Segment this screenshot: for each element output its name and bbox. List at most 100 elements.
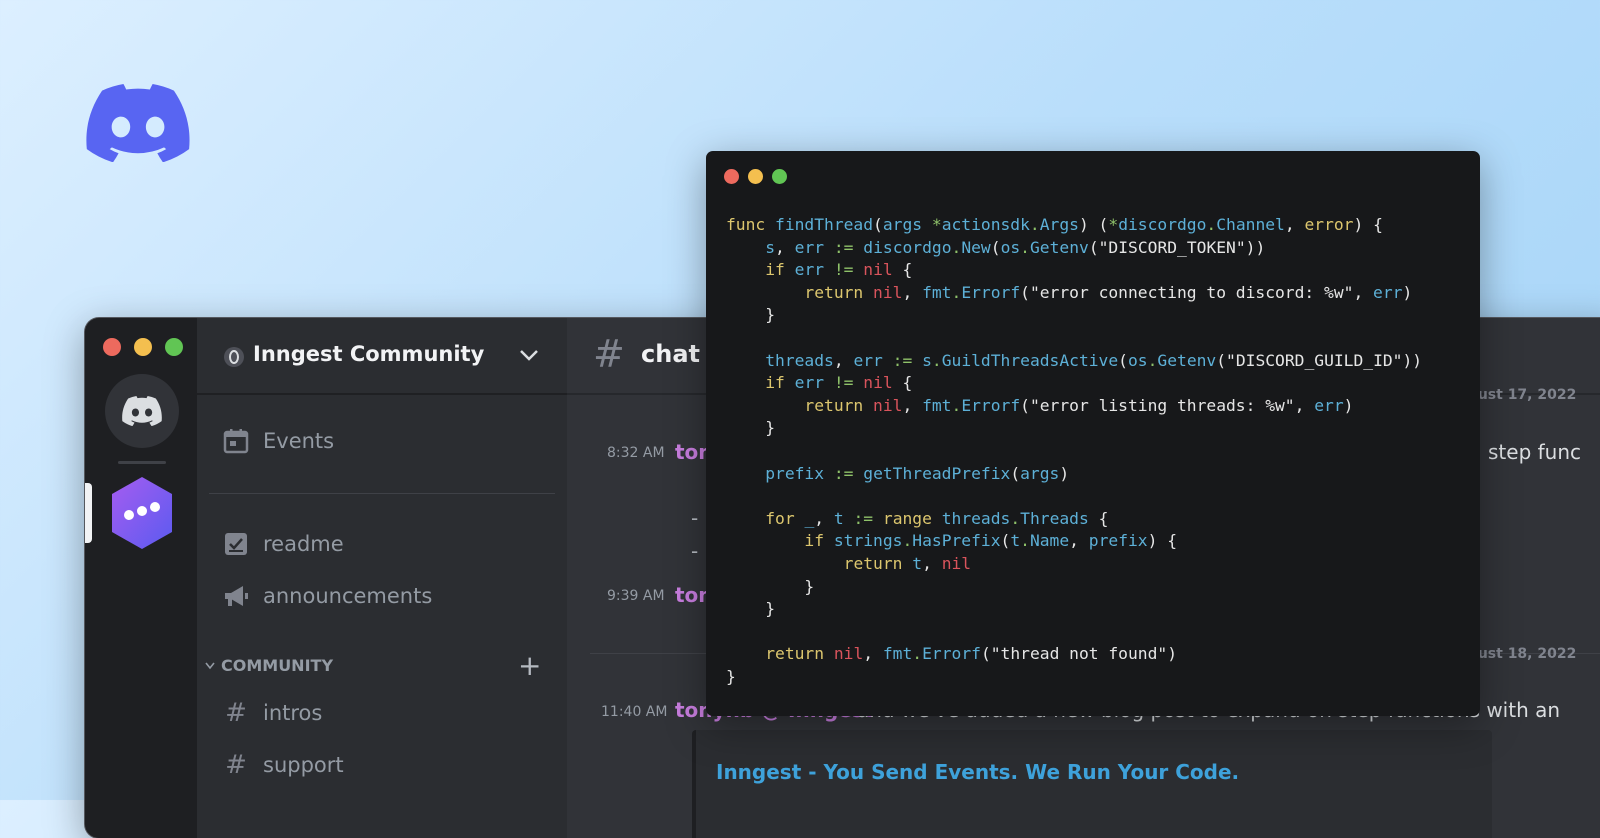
inngest-server-icon[interactable]	[109, 475, 175, 551]
channel-intros[interactable]: # intros	[223, 698, 322, 728]
link-embed: Inngest - You Send Events. We Run Your C…	[692, 730, 1492, 838]
bullet: -	[691, 506, 699, 530]
code-token: Errorf	[961, 282, 1021, 302]
code-token: threads	[941, 508, 1011, 528]
minimize-window-button[interactable]	[134, 338, 152, 356]
code-token: return	[804, 395, 874, 415]
code-token: Errorf	[961, 395, 1021, 415]
zoom-window-button[interactable]	[772, 169, 787, 184]
code-token: discordgo	[1118, 215, 1207, 234]
channel-support[interactable]: # support	[223, 750, 344, 780]
code-token: .	[931, 350, 942, 370]
forum-icon: #	[225, 750, 247, 780]
embed-title-link[interactable]: Inngest - You Send Events. We Run Your C…	[716, 760, 1239, 784]
sidebar-divider	[209, 493, 555, 494]
code-token: *	[1108, 215, 1119, 234]
hash-icon: #	[225, 698, 247, 728]
discord-home-button[interactable]	[105, 374, 179, 448]
message-time: 8:32 AM	[607, 445, 665, 461]
minimize-window-button[interactable]	[748, 169, 763, 184]
code-line: s, err := discordgo.New(os.Getenv("DISCO…	[726, 237, 1422, 260]
code-token: (	[1216, 350, 1227, 370]
chevron-down-icon[interactable]	[519, 348, 539, 362]
code-token: nil	[873, 395, 903, 415]
code-line: }	[726, 666, 1422, 689]
close-window-button[interactable]	[724, 169, 739, 184]
code-token: if	[765, 373, 795, 393]
code-token: fmt	[922, 395, 952, 415]
close-window-button[interactable]	[103, 338, 121, 356]
code-token: args	[1020, 463, 1060, 483]
code-token: .	[951, 237, 962, 257]
code-token: _	[804, 508, 815, 528]
code-line: func findThread(args *actionsdk.Args) (*…	[726, 214, 1422, 237]
code-token: ) (	[1078, 215, 1109, 234]
channel-label: intros	[263, 701, 323, 725]
code-token: strings	[833, 531, 903, 551]
code-line: return nil, fmt.Errorf("error listing th…	[726, 395, 1422, 418]
code-token: nil	[833, 644, 864, 664]
channel-name: chat	[641, 340, 700, 368]
code-token: "error listing threads: %w"	[1029, 395, 1295, 415]
code-token: err	[794, 260, 834, 280]
server-name: Inngest Community	[253, 342, 485, 366]
sidebar-item-events[interactable]: Events	[223, 428, 334, 454]
code-token: actionsdk	[941, 215, 1030, 234]
message-time: 11:40 AM	[601, 704, 668, 720]
code-token: {	[1088, 508, 1109, 528]
channel-label: support	[263, 753, 344, 777]
code-token: (	[1010, 463, 1021, 483]
server-rail	[85, 318, 197, 838]
code-token: .	[1147, 350, 1158, 370]
code-token: for	[765, 508, 805, 528]
code-token: Name	[1029, 531, 1070, 551]
code-token: ,	[1284, 215, 1305, 234]
rules-icon	[225, 533, 247, 555]
code-token: err	[794, 373, 834, 393]
add-channel-plus-icon[interactable]: +	[518, 649, 541, 682]
discord-home-icon	[122, 396, 162, 426]
code-line: }	[726, 576, 1422, 599]
sidebar-item-label: Events	[263, 429, 335, 453]
code-token: :=	[833, 237, 864, 257]
code-token: *	[931, 215, 942, 234]
code-token: )	[1343, 395, 1354, 415]
code-token: t	[833, 508, 854, 528]
server-header[interactable]: Inngest Community	[197, 318, 567, 395]
code-token: fmt	[882, 644, 913, 664]
code-token: .	[1020, 237, 1030, 257]
code-token: getThreadPrefix	[863, 463, 1011, 483]
code-token: "DISCORD_TOKEN"	[1098, 237, 1246, 257]
code-token: Threads	[1020, 508, 1089, 528]
zoom-window-button[interactable]	[165, 338, 183, 356]
sidebar-item-announcements[interactable]: announcements	[223, 583, 432, 609]
code-token: .	[1206, 215, 1217, 234]
code-line: return nil, fmt.Errorf("error connecting…	[726, 282, 1422, 305]
code-token: err	[794, 237, 834, 257]
code-line: if err != nil {	[726, 372, 1422, 395]
code-token: ,	[922, 553, 942, 573]
sidebar-item-readme[interactable]: readme	[223, 531, 344, 557]
code-token: (	[1020, 395, 1030, 415]
category-community[interactable]: COMMUNITY	[205, 656, 333, 675]
code-token: ,	[814, 508, 834, 528]
bullet: -	[691, 539, 699, 563]
server-boost-badge-icon	[224, 347, 244, 367]
code-token: HasPrefix	[912, 531, 1001, 551]
code-token: return	[804, 282, 874, 302]
code-token: nil	[941, 553, 972, 573]
code-token: }	[726, 418, 776, 438]
code-token: error	[1304, 215, 1354, 234]
code-token: ))	[1245, 237, 1266, 257]
code-token: err	[853, 350, 893, 370]
code-token: .	[1029, 215, 1040, 234]
code-line: return t, nil	[726, 553, 1422, 576]
